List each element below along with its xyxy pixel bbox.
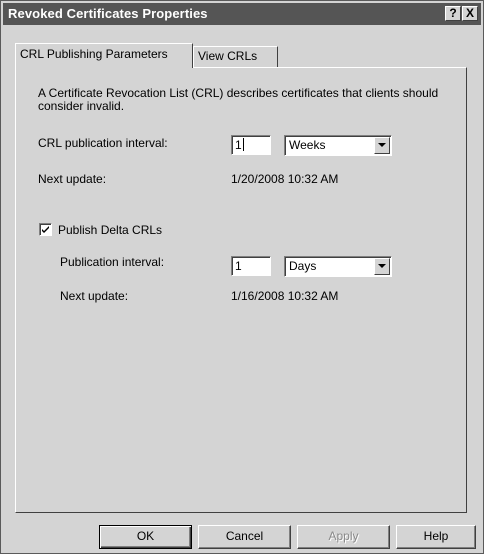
- close-title-button[interactable]: X: [462, 6, 478, 21]
- delta-interval-unit-value: Days: [289, 259, 317, 273]
- publication-interval-label: CRL publication interval:: [38, 136, 168, 150]
- title-bar[interactable]: Revoked Certificates Properties ? X: [3, 3, 481, 25]
- help-button[interactable]: Help: [396, 525, 476, 549]
- apply-button[interactable]: Apply: [297, 525, 390, 549]
- next-update-label: Next update:: [38, 172, 107, 186]
- publish-delta-label[interactable]: Publish Delta CRLs: [58, 223, 162, 237]
- chevron-down-icon[interactable]: [374, 258, 390, 275]
- ok-button[interactable]: OK: [99, 525, 192, 549]
- delta-next-update-label: Next update:: [60, 289, 129, 303]
- publish-delta-checkbox[interactable]: [39, 223, 52, 236]
- delta-interval-input[interactable]: 1: [231, 256, 271, 276]
- tab-panel: A Certificate Revocation List (CRL) desc…: [15, 67, 467, 513]
- text-caret: [242, 138, 244, 151]
- properties-dialog: Revoked Certificates Properties ? X CRL …: [0, 0, 484, 554]
- window-title: Revoked Certificates Properties: [8, 6, 208, 21]
- tab-view-crls[interactable]: View CRLs: [193, 46, 278, 67]
- help-title-button[interactable]: ?: [445, 6, 461, 21]
- publication-interval-input[interactable]: 1: [231, 135, 271, 155]
- delta-next-update-value: 1/16/2008 10:32 AM: [231, 289, 339, 303]
- crl-description: A Certificate Revocation List (CRL) desc…: [38, 86, 439, 113]
- delta-interval-label: Publication interval:: [60, 255, 165, 269]
- tab-crl-publishing-parameters[interactable]: CRL Publishing Parameters: [15, 43, 193, 68]
- publication-interval-value: 1: [235, 138, 242, 152]
- checkmark-icon: [42, 226, 49, 233]
- delta-interval-value: 1: [235, 259, 242, 273]
- publication-interval-unit-value: Weeks: [289, 138, 326, 152]
- chevron-down-icon[interactable]: [374, 137, 390, 154]
- next-update-value: 1/20/2008 10:32 AM: [231, 172, 339, 186]
- cancel-button[interactable]: Cancel: [198, 525, 291, 549]
- delta-interval-unit-select[interactable]: Days: [284, 256, 392, 277]
- publication-interval-unit-select[interactable]: Weeks: [284, 135, 392, 156]
